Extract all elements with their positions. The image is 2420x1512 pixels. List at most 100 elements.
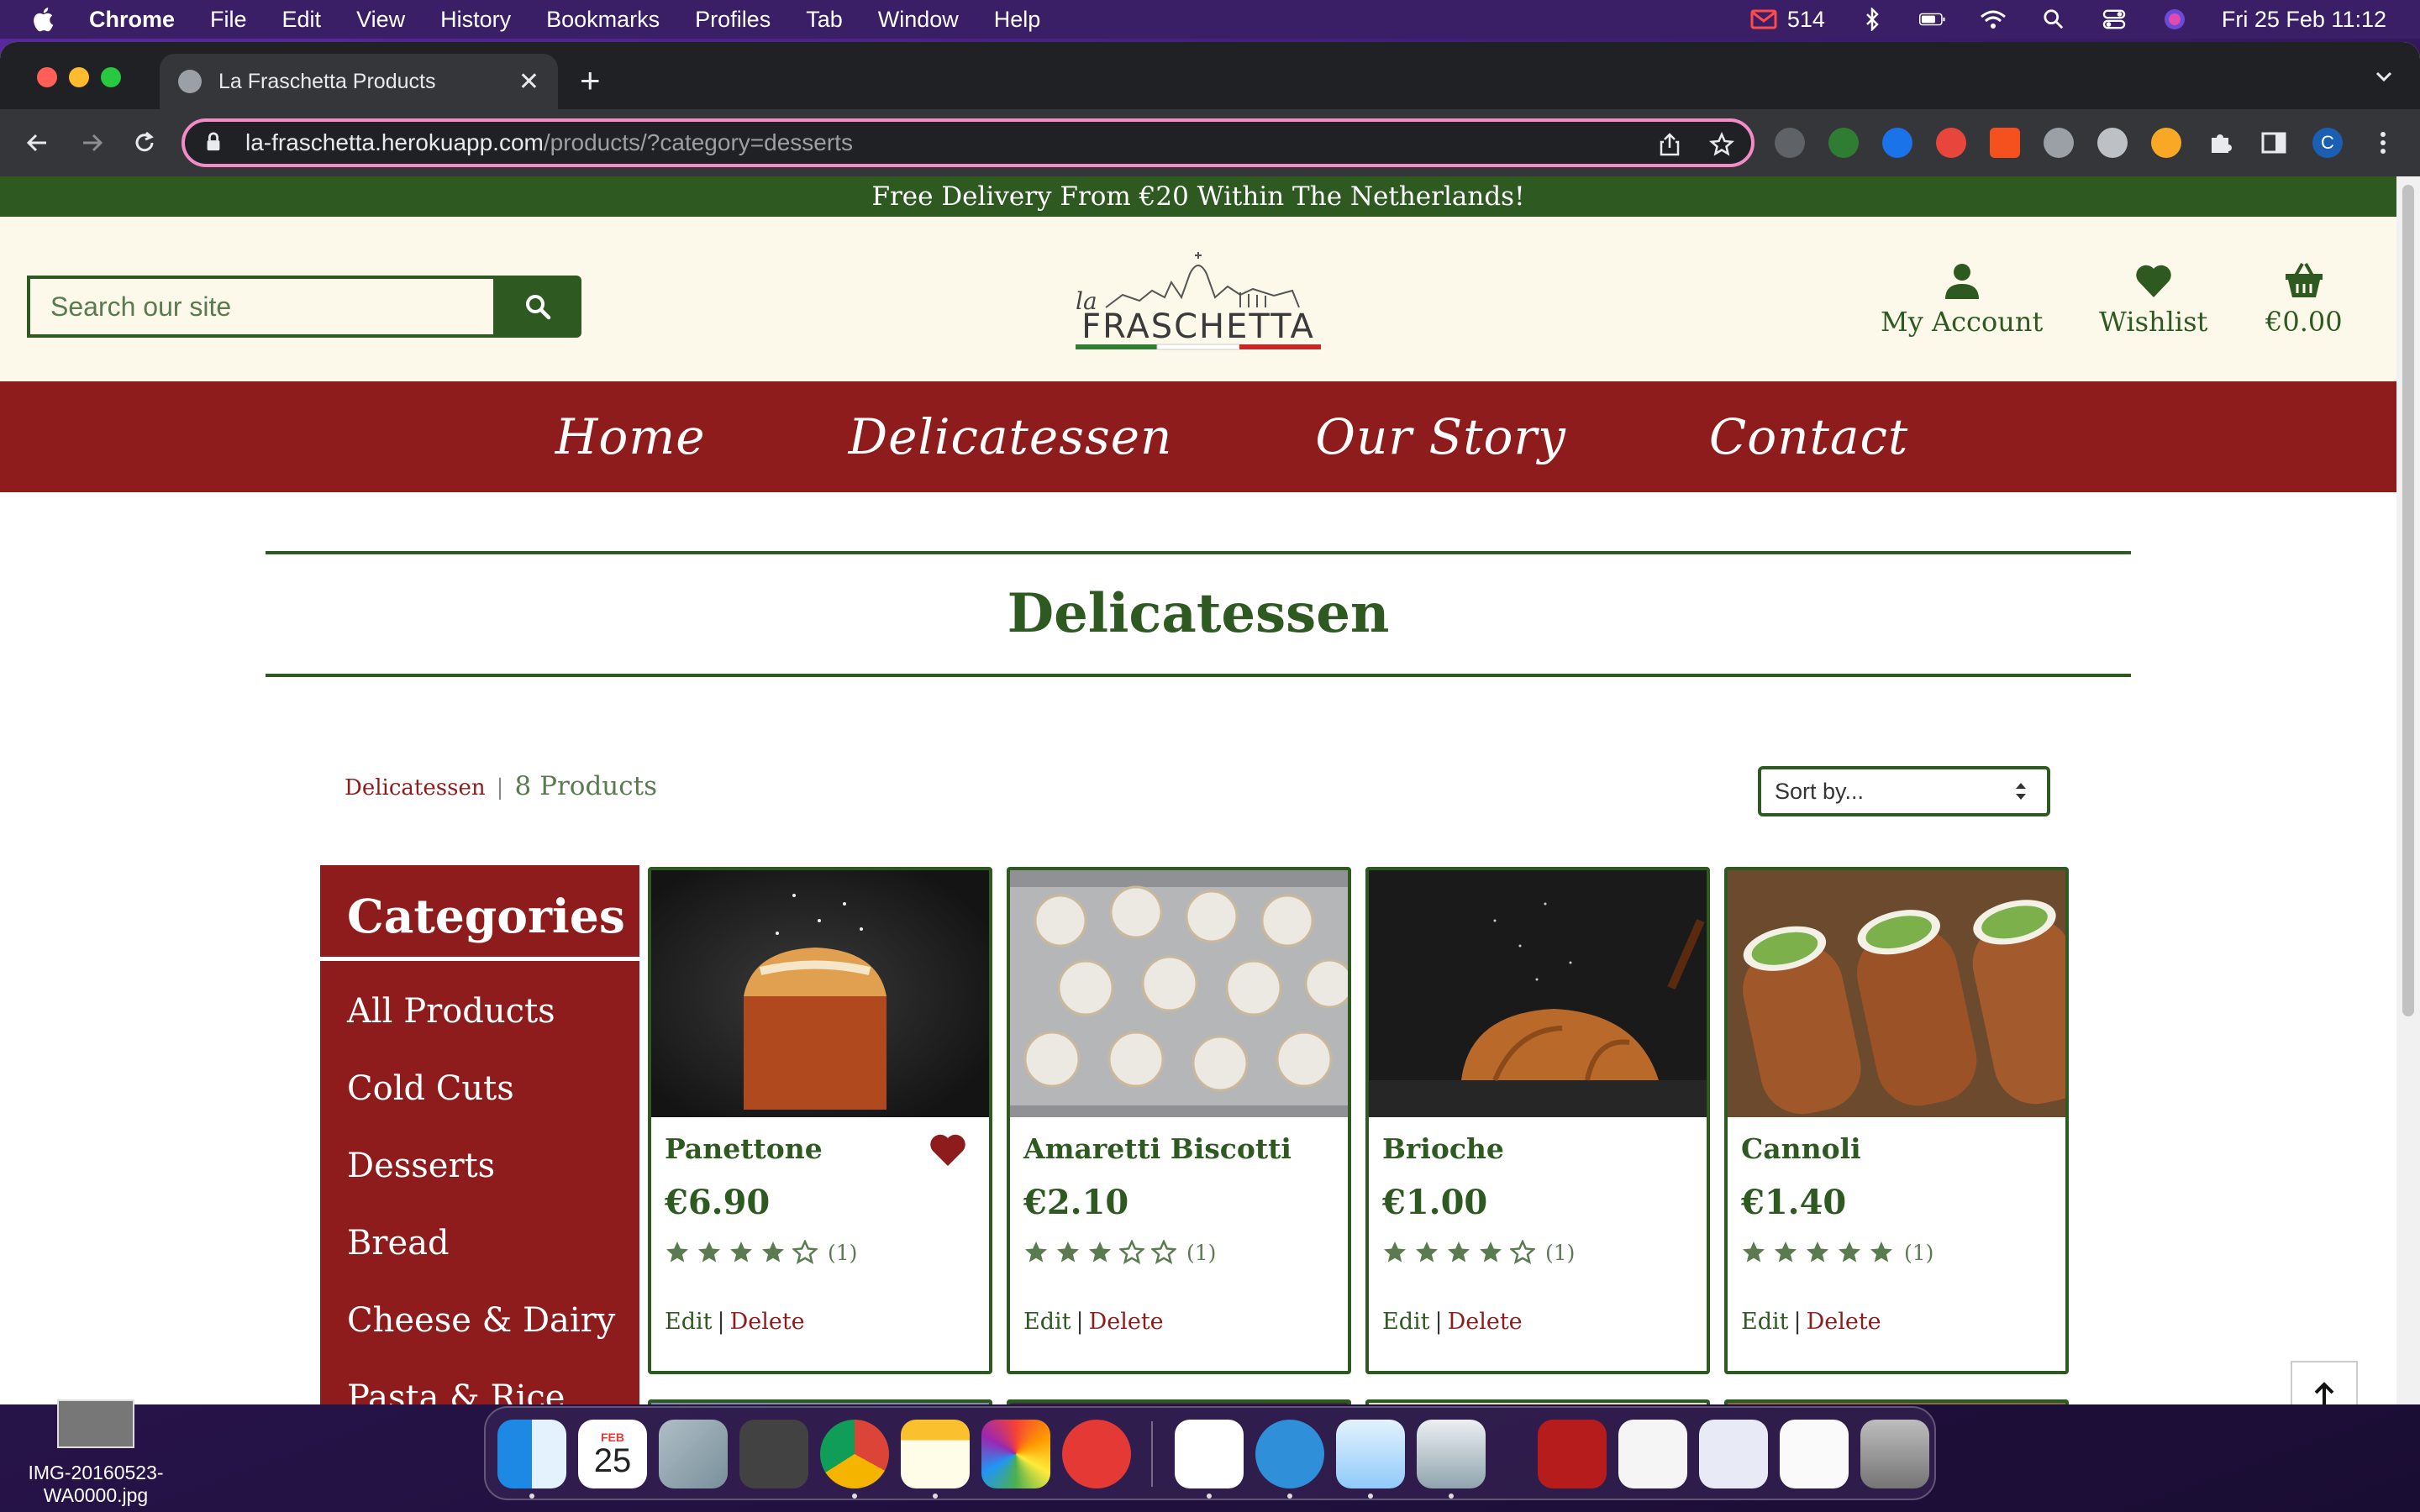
category-pasta-rice[interactable]: Pasta & Rice — [347, 1373, 639, 1404]
siri-icon[interactable] — [2161, 8, 2188, 31]
desktop-file-icon[interactable]: IMG-20160523- WA0000.jpg — [12, 1399, 180, 1507]
chrome-menu-icon[interactable] — [2368, 128, 2398, 158]
delete-product-link[interactable]: Delete — [1807, 1309, 1881, 1335]
app-8-icon[interactable] — [1255, 1420, 1324, 1488]
extension-icon-5[interactable] — [1990, 128, 2020, 158]
edit-product-link[interactable]: Edit — [1023, 1309, 1071, 1335]
product-card-partial[interactable] — [1365, 1399, 1710, 1404]
control-center-icon[interactable] — [2101, 8, 2128, 31]
side-panel-icon[interactable] — [2259, 128, 2289, 158]
product-card[interactable]: Cannoli €1.40 (1) Edit | Delete — [1724, 867, 2069, 1374]
calendar-app-icon[interactable]: FEB 25 — [578, 1420, 647, 1488]
menu-tab[interactable]: Tab — [806, 7, 843, 33]
bluetooth-icon[interactable] — [1859, 8, 1886, 31]
my-account-link[interactable]: My Account — [1881, 260, 2043, 338]
back-button[interactable] — [20, 126, 54, 160]
chrome-app-icon[interactable] — [820, 1420, 889, 1488]
delete-product-link[interactable]: Delete — [730, 1309, 805, 1335]
lock-icon[interactable] — [205, 131, 225, 155]
mail-status[interactable]: 514 — [1750, 7, 1825, 33]
scrollbar-thumb[interactable] — [2402, 185, 2414, 1016]
menu-help[interactable]: Help — [994, 7, 1041, 33]
category-cheese-dairy[interactable]: Cheese & Dairy — [347, 1295, 639, 1373]
extension-icon-6[interactable] — [2044, 128, 2074, 158]
search-button[interactable] — [493, 276, 581, 338]
delete-product-link[interactable]: Delete — [1448, 1309, 1523, 1335]
extensions-puzzle-icon[interactable] — [2205, 128, 2235, 158]
browser-tab-active[interactable]: La Fraschetta Products ✕ — [160, 54, 558, 109]
preview-icon[interactable] — [1417, 1420, 1486, 1488]
site-logo[interactable]: la FRASCHETTA — [1072, 249, 1324, 358]
notes-icon[interactable] — [901, 1420, 970, 1488]
pages-icon[interactable] — [1336, 1420, 1405, 1488]
menu-profiles[interactable]: Profiles — [695, 7, 771, 33]
extension-icon-4[interactable] — [1936, 128, 1966, 158]
trash-icon[interactable] — [1860, 1420, 1929, 1488]
extension-icon-7[interactable] — [2097, 128, 2128, 158]
wishlist-link[interactable]: Wishlist — [2099, 260, 2207, 338]
forward-button[interactable] — [76, 126, 109, 160]
product-card[interactable]: Amaretti Biscotti €2.10 (1) Edit | Delete — [1007, 867, 1351, 1374]
edit-product-link[interactable]: Edit — [1382, 1309, 1429, 1335]
calculator-icon[interactable] — [739, 1420, 808, 1488]
window-minimize-button[interactable] — [69, 67, 89, 87]
wifi-icon[interactable] — [1980, 8, 2007, 31]
nav-delicatessen[interactable]: Delicatessen — [849, 408, 1173, 465]
profile-avatar[interactable]: C — [2312, 128, 2343, 158]
menu-clock[interactable]: Fri 25 Feb 11:12 — [2222, 7, 2386, 33]
new-tab-button[interactable]: + — [580, 60, 601, 101]
spotlight-search-icon[interactable] — [2040, 8, 2067, 31]
product-image-panettone[interactable] — [651, 870, 989, 1117]
category-bread[interactable]: Bread — [347, 1218, 639, 1295]
search-input[interactable] — [27, 276, 493, 338]
menu-app-name[interactable]: Chrome — [89, 7, 175, 33]
product-name[interactable]: Cannoli — [1741, 1132, 1861, 1165]
battery-icon[interactable] — [1918, 8, 1946, 31]
nav-our-story[interactable]: Our Story — [1315, 408, 1566, 465]
share-icon[interactable] — [1657, 132, 1682, 157]
product-name[interactable]: Amaretti Biscotti — [1023, 1132, 1292, 1165]
tab-close-icon[interactable]: ✕ — [518, 67, 539, 97]
product-card[interactable]: Panettone €6.90 (1) Edit | Delete — [648, 867, 992, 1374]
window-thumbnail-2[interactable] — [1699, 1420, 1768, 1488]
sort-select[interactable]: Sort by... — [1758, 766, 2050, 816]
back-to-top-button[interactable] — [2291, 1361, 2358, 1404]
address-bar[interactable]: la-fraschetta.herokuapp.com/products/?ca… — [182, 118, 1754, 167]
extension-icon-1[interactable] — [1775, 128, 1805, 158]
product-image-brioche[interactable] — [1369, 870, 1707, 1117]
acrobat-icon[interactable] — [1538, 1420, 1607, 1488]
category-desserts[interactable]: Desserts — [347, 1141, 639, 1218]
window-thumbnail-3[interactable] — [1780, 1420, 1849, 1488]
bookmark-star-icon[interactable] — [1708, 131, 1735, 157]
category-all-products[interactable]: All Products — [347, 986, 639, 1063]
tab-search-chevron-icon[interactable] — [2373, 66, 2395, 87]
extension-icon-8[interactable] — [2151, 128, 2181, 158]
product-card-partial[interactable] — [1724, 1399, 2069, 1404]
product-image-amaretti-biscotti[interactable] — [1010, 870, 1348, 1117]
wishlist-heart-icon[interactable] — [929, 1132, 967, 1168]
product-card[interactable]: Brioche €1.00 (1) Edit | Delete — [1365, 867, 1710, 1374]
nav-home[interactable]: Home — [555, 408, 706, 465]
window-close-button[interactable] — [37, 67, 57, 87]
menu-file[interactable]: File — [210, 7, 247, 33]
category-cold-cuts[interactable]: Cold Cuts — [347, 1063, 639, 1141]
menu-bookmarks[interactable]: Bookmarks — [546, 7, 660, 33]
delete-product-link[interactable]: Delete — [1089, 1309, 1164, 1335]
finder-icon[interactable] — [497, 1420, 566, 1488]
window-thumbnail-1[interactable] — [1618, 1420, 1687, 1488]
product-name[interactable]: Panettone — [665, 1132, 823, 1165]
product-card-partial[interactable] — [648, 1399, 992, 1404]
apple-icon[interactable] — [30, 5, 59, 34]
slack-icon[interactable] — [1175, 1420, 1244, 1488]
page-scrollbar[interactable] — [2396, 176, 2420, 1404]
mail-app-icon[interactable] — [1062, 1420, 1131, 1488]
launchpad-icon[interactable] — [659, 1420, 728, 1488]
menu-view[interactable]: View — [356, 7, 405, 33]
product-card-partial[interactable] — [1007, 1399, 1351, 1404]
extension-icon-2[interactable] — [1828, 128, 1859, 158]
menu-window[interactable]: Window — [878, 7, 959, 33]
photos-icon[interactable] — [981, 1420, 1050, 1488]
edit-product-link[interactable]: Edit — [665, 1309, 712, 1335]
breadcrumb-category-link[interactable]: Delicatessen — [345, 775, 486, 801]
product-name[interactable]: Brioche — [1382, 1132, 1504, 1165]
